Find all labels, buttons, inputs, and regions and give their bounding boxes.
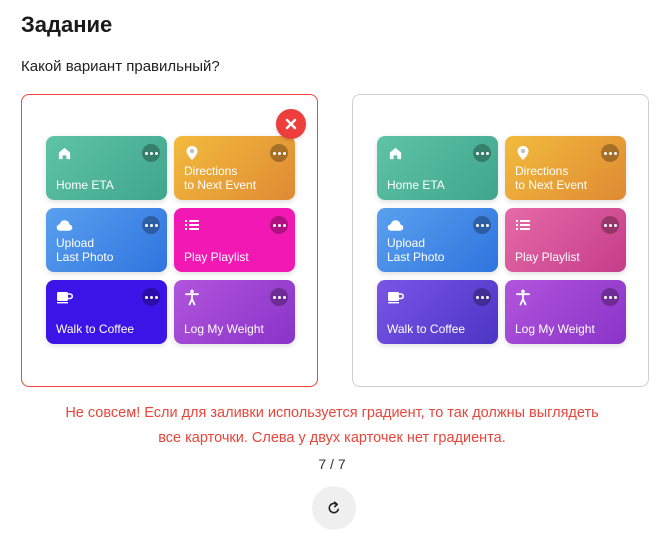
shortcut-card: Upload Last Photo (377, 208, 498, 272)
location-pin-icon (183, 144, 201, 162)
coffee-cup-icon (386, 288, 404, 306)
question-text: Какой вариант правильный? (21, 58, 220, 75)
more-options-icon (142, 144, 160, 162)
more-options-icon (601, 216, 619, 234)
shortcut-card: Log My Weight (505, 280, 626, 344)
home-icon (386, 144, 404, 162)
more-options-icon (142, 288, 160, 306)
more-options-icon (270, 288, 288, 306)
option-left[interactable]: Home ETA Directions to Next Event Upload L… (21, 94, 318, 387)
person-icon (514, 288, 532, 306)
more-options-icon (601, 288, 619, 306)
shortcut-label: Log My Weight (184, 322, 264, 336)
home-icon (55, 144, 73, 162)
more-options-icon (270, 144, 288, 162)
feedback-message: Не совсем! Если для заливки используется… (0, 401, 664, 451)
cloud-icon (386, 216, 404, 234)
more-options-icon (601, 144, 619, 162)
close-icon (276, 109, 306, 139)
shortcut-label: Log My Weight (515, 322, 595, 336)
shortcut-card: Directions to Next Event (505, 136, 626, 200)
shortcut-label: Home ETA (56, 178, 114, 192)
shortcut-card: Play Playlist (174, 208, 295, 272)
shortcut-card: Home ETA (46, 136, 167, 200)
shortcut-label: Upload Last Photo (387, 236, 445, 264)
shortcut-card: Home ETA (377, 136, 498, 200)
page-title: Задание (21, 12, 113, 37)
shortcut-label: Play Playlist (184, 250, 249, 264)
shortcut-label: Walk to Coffee (56, 322, 135, 336)
retry-button[interactable] (312, 486, 356, 530)
more-options-icon (473, 288, 491, 306)
more-options-icon (473, 216, 491, 234)
coffee-cup-icon (55, 288, 73, 306)
list-icon (514, 216, 532, 234)
shortcut-card: Play Playlist (505, 208, 626, 272)
option-right[interactable]: Home ETA Directions to Next Event Upload L… (352, 94, 649, 387)
shortcut-card: Log My Weight (174, 280, 295, 344)
feedback-line: Не совсем! Если для заливки используется… (65, 405, 599, 421)
shortcut-card: Upload Last Photo (46, 208, 167, 272)
shortcut-card: Directions to Next Event (174, 136, 295, 200)
person-icon (183, 288, 201, 306)
shortcuts-grid: Home ETA Directions to Next Event Upload L… (377, 136, 626, 346)
shortcut-label: Home ETA (387, 178, 445, 192)
shortcut-label: Play Playlist (515, 250, 580, 264)
shortcut-label: Directions to Next Event (515, 164, 588, 192)
feedback-line: все карточки. Слева у двух карточек нет … (158, 430, 506, 446)
more-options-icon (270, 216, 288, 234)
more-options-icon (142, 216, 160, 234)
progress-counter: 7 / 7 (318, 456, 346, 472)
list-icon (183, 216, 201, 234)
shortcut-card: Walk to Coffee (46, 280, 167, 344)
refresh-icon (328, 501, 340, 514)
shortcut-label: Directions to Next Event (184, 164, 257, 192)
shortcut-card: Walk to Coffee (377, 280, 498, 344)
location-pin-icon (514, 144, 532, 162)
more-options-icon (473, 144, 491, 162)
shortcuts-grid: Home ETA Directions to Next Event Upload L… (46, 136, 295, 346)
cloud-icon (55, 216, 73, 234)
shortcut-label: Walk to Coffee (387, 322, 466, 336)
shortcut-label: Upload Last Photo (56, 236, 114, 264)
